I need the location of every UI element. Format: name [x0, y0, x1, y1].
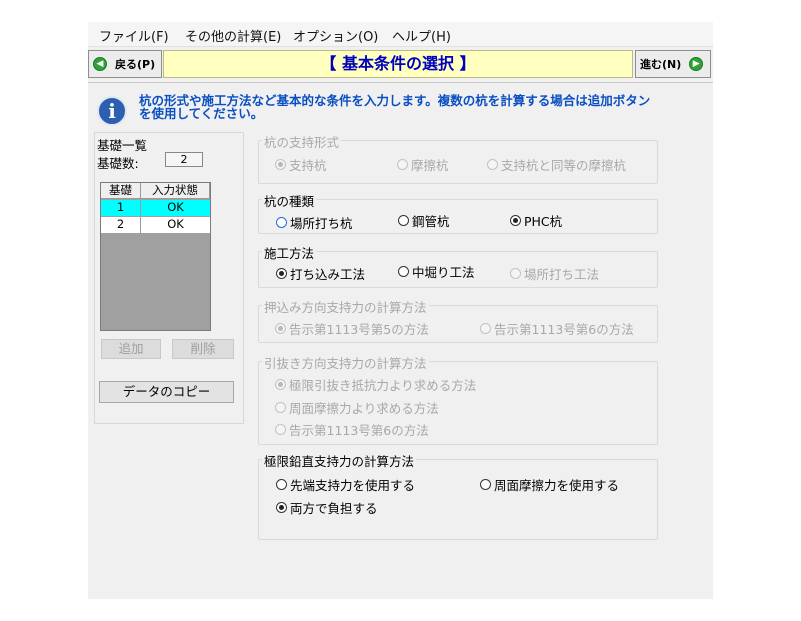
column-header-foundation: 基礎 [101, 183, 141, 199]
ultimate-capacity-title: 極限鉛直支持力の計算方法 [262, 451, 417, 470]
radio-skin-friction[interactable]: 周面摩擦力を使用する [480, 475, 619, 494]
radio-friction-pile[interactable]: 摩擦杭 [397, 155, 449, 174]
menu-options[interactable]: オプション(O) [293, 26, 378, 45]
radio-pull-method-6[interactable]: 告示第1113号第6の方法 [275, 420, 429, 439]
app-window: ファイル(F) その他の計算(E) オプション(O) ヘルプ(H) ◀ 戻る(P… [88, 22, 713, 599]
radio-icon [480, 323, 491, 334]
page-title: 【 基本条件の選択 】 [163, 50, 633, 78]
divider [88, 82, 713, 83]
radio-icon [275, 424, 286, 435]
foundation-list-title: 基礎一覧 [97, 138, 148, 153]
table-row-1-id[interactable]: 1 [101, 200, 141, 216]
radio-both-share[interactable]: 両方で負担する [276, 498, 378, 517]
foundation-count-field[interactable]: 2 [165, 152, 203, 167]
table-row-2-id[interactable]: 2 [101, 217, 141, 233]
radio-icon [510, 268, 521, 279]
menu-bar: ファイル(F) その他の計算(E) オプション(O) ヘルプ(H) [88, 22, 713, 47]
back-button[interactable]: ◀ 戻る(P) [88, 50, 162, 78]
radio-icon [510, 215, 521, 226]
back-button-label: 戻る(P) [115, 58, 156, 71]
radio-cast-in-place-pile[interactable]: 場所打ち杭 [276, 213, 353, 232]
radio-tip-resistance[interactable]: 先端支持力を使用する [276, 475, 415, 494]
radio-icon [276, 479, 287, 490]
nav-bar: ◀ 戻る(P) 【 基本条件の選択 】 進む(N) ▶ [88, 49, 713, 79]
next-button-label: 進む(N) [640, 58, 682, 71]
radio-icon [275, 379, 286, 390]
construction-method-title: 施工方法 [262, 243, 317, 262]
radio-icon [276, 502, 287, 513]
pull-capacity-title: 引抜き方向支持力の計算方法 [262, 353, 429, 372]
push-capacity-title: 押込み方向支持力の計算方法 [262, 297, 429, 316]
delete-button[interactable]: 削除 [172, 339, 234, 359]
info-icon: i [97, 96, 127, 126]
radio-icon [480, 479, 491, 490]
column-header-status: 入力状態 [141, 183, 210, 199]
radio-icon [275, 159, 286, 170]
table-row-1-status[interactable]: OK [141, 200, 210, 216]
next-arrow-icon: ▶ [689, 57, 704, 71]
radio-phc-pile[interactable]: PHC杭 [510, 211, 562, 230]
radio-icon [397, 159, 408, 170]
support-type-title: 杭の支持形式 [262, 132, 342, 151]
next-button[interactable]: 進む(N) ▶ [635, 50, 711, 78]
radio-icon [487, 159, 498, 170]
radio-driving-method[interactable]: 打ち込み工法 [276, 264, 365, 283]
add-button[interactable]: 追加 [101, 339, 161, 359]
foundation-table[interactable]: 基礎 入力状態 1 OK 2 OK [100, 182, 211, 331]
info-message: 杭の形式や施工方法など基本的な条件を入力します。複数の杭を計算する場合は追加ボタ… [139, 93, 651, 121]
radio-equivalent-friction-pile[interactable]: 支持杭と同等の摩擦杭 [487, 155, 626, 174]
radio-push-method-6[interactable]: 告示第1113号第6の方法 [480, 319, 634, 338]
radio-steel-pipe-pile[interactable]: 鋼管杭 [398, 211, 450, 230]
radio-icon [275, 323, 286, 334]
radio-icon [276, 217, 287, 228]
foundation-count-label: 基礎数: [97, 156, 139, 171]
radio-inner-excavation-method[interactable]: 中堀り工法 [398, 262, 475, 281]
radio-pull-ultimate-resistance[interactable]: 極限引抜き抵抗力より求める方法 [275, 375, 476, 394]
menu-file[interactable]: ファイル(F) [99, 26, 169, 45]
radio-push-method-5[interactable]: 告示第1113号第5の方法 [275, 319, 429, 338]
radio-icon [276, 268, 287, 279]
radio-icon [275, 402, 286, 413]
menu-help[interactable]: ヘルプ(H) [392, 26, 451, 45]
menu-other-calc[interactable]: その他の計算(E) [185, 26, 281, 45]
pile-type-title: 杭の種類 [262, 191, 317, 210]
radio-pull-skin-friction[interactable]: 周面摩擦力より求める方法 [275, 398, 439, 417]
radio-cast-in-place-method[interactable]: 場所打ち工法 [510, 264, 599, 283]
back-arrow-icon: ◀ [93, 57, 107, 71]
copy-data-button[interactable]: データのコピー [99, 381, 234, 403]
radio-support-pile[interactable]: 支持杭 [275, 155, 327, 174]
radio-icon [398, 266, 409, 277]
radio-icon [398, 215, 409, 226]
table-row-2-status[interactable]: OK [141, 217, 210, 233]
